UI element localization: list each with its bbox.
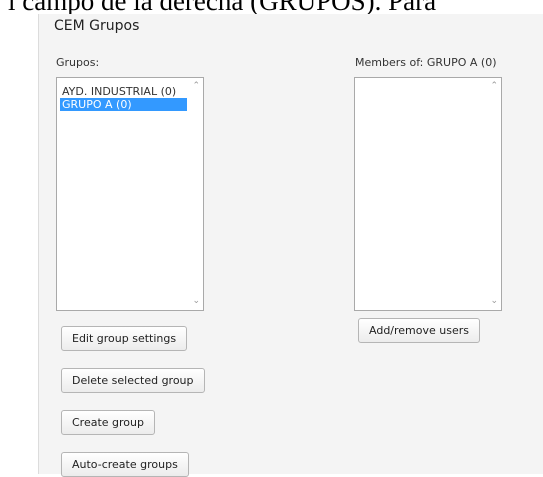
scroll-up-icon[interactable]: ⌃ (192, 82, 200, 91)
panel-title: CEM Grupos (54, 18, 140, 34)
create-group-button[interactable]: Create group (61, 410, 155, 435)
scroll-down-icon[interactable]: ⌄ (490, 297, 498, 306)
members-listbox[interactable]: ⌃ ⌄ (354, 77, 502, 311)
members-label: Members of: GRUPO A (0) (355, 56, 497, 69)
auto-create-groups-button[interactable]: Auto-create groups (61, 452, 189, 477)
members-scrollbar[interactable]: ⌃ ⌄ (486, 78, 501, 310)
background-document-text: l campo de la derecha (GRUPOS). Para (0, 0, 543, 14)
groups-listbox[interactable]: AYD. INDUSTRIAL (0) GRUPO A (0) ⌃ ⌄ (56, 77, 204, 311)
groups-label: Grupos: (56, 56, 100, 69)
groups-scrollbar[interactable]: ⌃ ⌄ (188, 78, 203, 310)
scroll-up-icon[interactable]: ⌃ (490, 82, 498, 91)
group-option-ayd-industrial[interactable]: AYD. INDUSTRIAL (0) (60, 85, 187, 98)
scroll-down-icon[interactable]: ⌄ (192, 297, 200, 306)
delete-selected-group-button[interactable]: Delete selected group (61, 368, 205, 393)
edit-group-settings-button[interactable]: Edit group settings (61, 326, 188, 351)
group-option-grupo-a[interactable]: GRUPO A (0) (60, 98, 187, 111)
add-remove-users-button[interactable]: Add/remove users (358, 318, 480, 343)
